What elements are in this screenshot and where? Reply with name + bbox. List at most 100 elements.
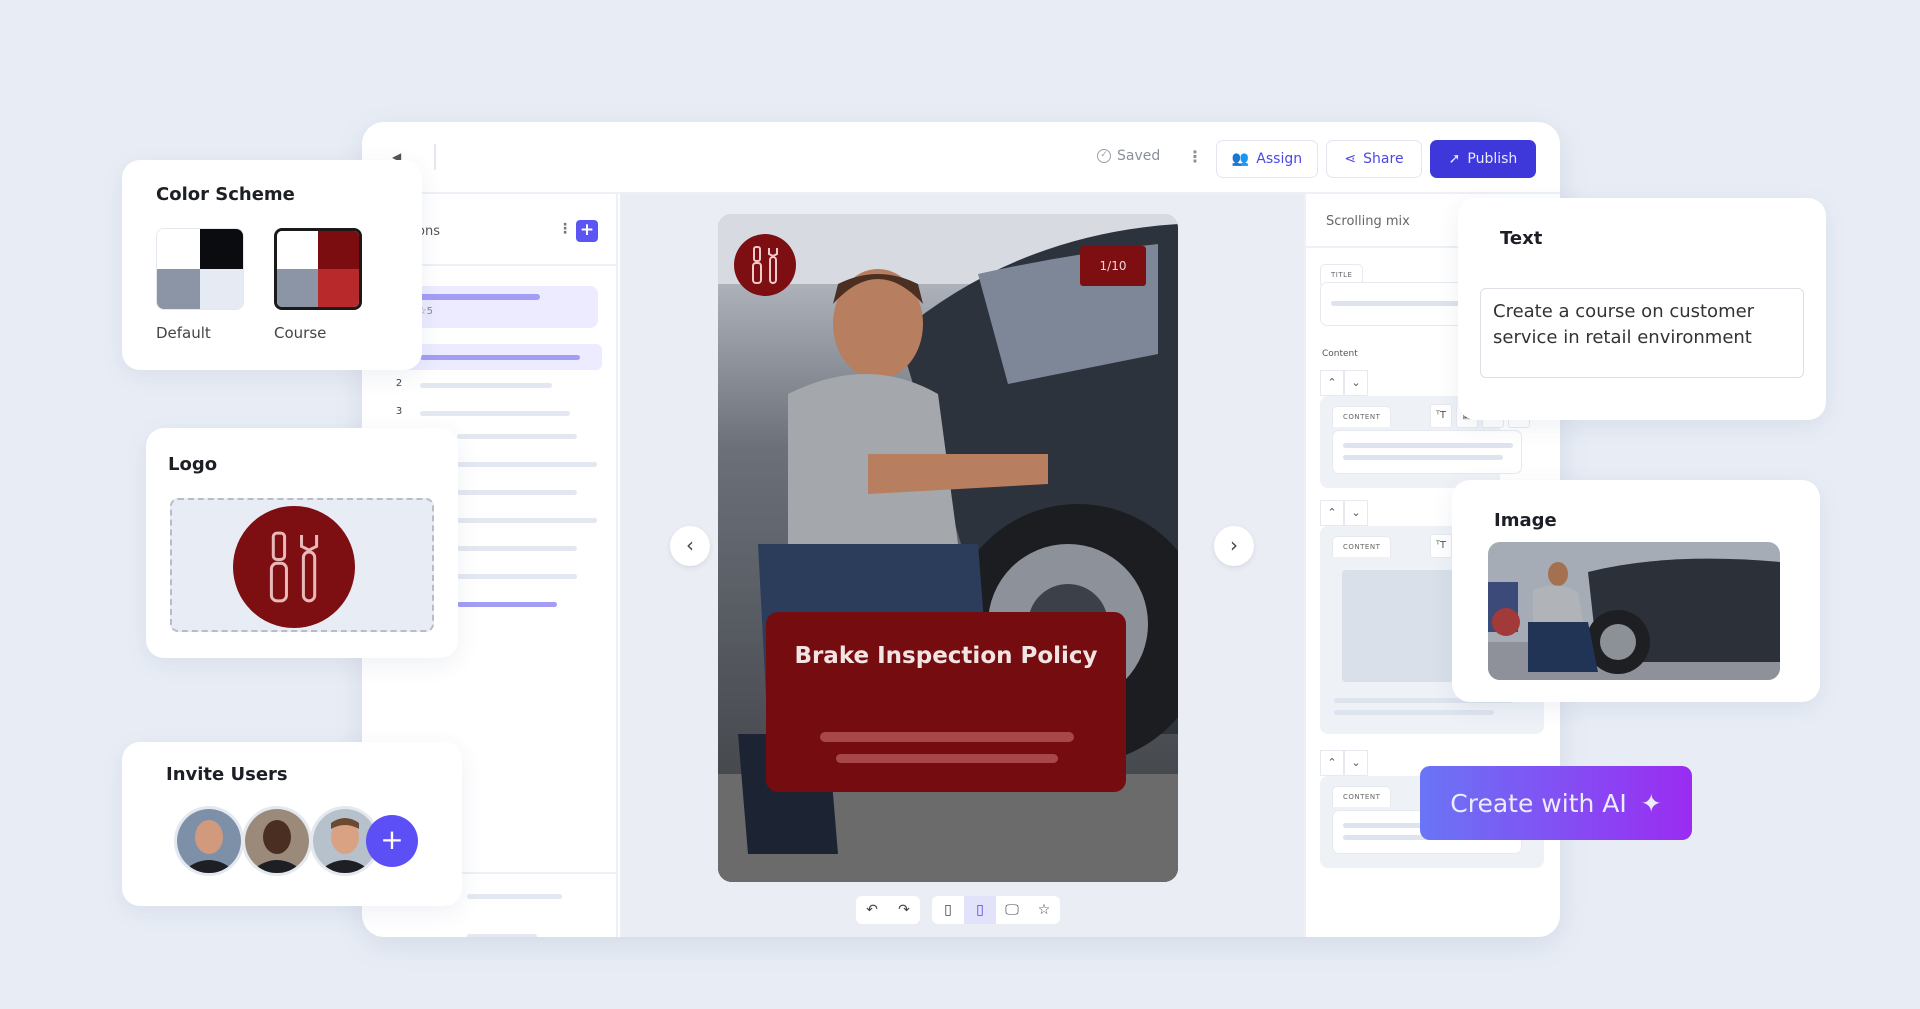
move-up-icon[interactable]: ⌃ <box>1320 500 1344 526</box>
tablet-view-icon[interactable]: ▯ <box>964 896 996 924</box>
default-scheme-label: Default <box>156 324 211 342</box>
swatch-color <box>318 231 359 269</box>
star-icon[interactable]: ☆ <box>1028 896 1060 924</box>
default-scheme-swatch[interactable] <box>156 228 244 310</box>
mechanic-photo <box>1488 542 1780 680</box>
sparkles-icon: ✦ <box>1640 788 1662 818</box>
desktop-view-icon[interactable]: 🖵 <box>996 896 1028 924</box>
more-options-icon[interactable]: ⋮ <box>1187 147 1203 167</box>
logo-dropzone[interactable] <box>170 498 434 632</box>
logo-image <box>233 506 355 628</box>
item-title-placeholder <box>420 355 580 360</box>
assign-users-icon: 👥 <box>1231 151 1250 167</box>
outline-more-icon[interactable]: ⋮ <box>558 221 572 237</box>
swatch-color <box>157 269 200 309</box>
logo-heading: Logo <box>168 454 218 475</box>
outline-item[interactable]: 1 <box>392 344 602 370</box>
text-card: Text Create a course on customer service… <box>1458 198 1826 420</box>
assign-label: Assign <box>1256 151 1303 167</box>
swatch-color <box>200 229 243 269</box>
outline-subitem[interactable] <box>457 490 577 495</box>
undo-icon[interactable]: ↶ <box>856 896 888 924</box>
publish-label: Publish <box>1467 151 1518 167</box>
subtitle-placeholder <box>820 732 1074 742</box>
publish-button[interactable]: ➚ Publish <box>1430 140 1536 178</box>
create-with-ai-button[interactable]: Create with AI ✦ <box>1420 766 1692 840</box>
image-thumbnail[interactable] <box>1488 542 1780 680</box>
swatch-color <box>200 269 243 309</box>
item-title-placeholder <box>420 411 570 416</box>
tools-icon <box>752 246 778 284</box>
move-up-icon[interactable]: ⌃ <box>1320 370 1344 396</box>
slide-counter: 1/10 <box>1080 246 1146 286</box>
text-size-icon[interactable]: ᵀT <box>1430 404 1452 428</box>
layout-name: Scrolling mix <box>1326 214 1410 229</box>
text-placeholder <box>1343 443 1513 448</box>
slide-title-card[interactable]: Brake Inspection Policy <box>766 612 1126 792</box>
color-scheme-heading: Color Scheme <box>156 184 295 205</box>
mobile-view-icon[interactable]: ▯ <box>932 896 964 924</box>
move-down-icon[interactable]: ⌄ <box>1344 500 1368 526</box>
history-group: ↶ ↷ <box>856 896 920 924</box>
outline-item[interactable]: 3 <box>392 400 602 426</box>
subtitle-placeholder <box>836 754 1058 763</box>
outline-subitem[interactable] <box>467 894 562 899</box>
move-up-icon[interactable]: ⌃ <box>1320 750 1344 776</box>
outline-subitem[interactable] <box>457 518 597 523</box>
outline-subitem[interactable] <box>467 934 537 937</box>
item-number: 2 <box>395 378 403 389</box>
outline-subitem[interactable] <box>457 574 577 579</box>
text-placeholder <box>1343 455 1503 460</box>
invite-users-card: Invite Users + <box>122 742 462 906</box>
course-scheme-label: Course <box>274 324 327 342</box>
swatch-color <box>277 269 318 307</box>
item-number: 3 <box>395 406 403 417</box>
course-card[interactable]: 1:00 ☆5 <box>392 286 598 328</box>
slide-canvas: 1/10 Brake Inspection Policy ‹ › ↶ ↷ ▯ ▯… <box>620 194 1304 937</box>
avatar[interactable] <box>174 806 244 876</box>
assign-button[interactable]: 👥 Assign <box>1216 140 1318 178</box>
content-label: Content <box>1322 349 1358 359</box>
check-circle-icon: ✓ <box>1097 149 1111 163</box>
add-section-button[interactable]: + <box>576 220 598 242</box>
swatch-color <box>157 229 200 269</box>
image-card: Image <box>1452 480 1820 702</box>
content-tag: CONTENT <box>1332 406 1392 427</box>
add-user-button[interactable]: + <box>366 815 418 867</box>
move-down-icon[interactable]: ⌄ <box>1344 750 1368 776</box>
item-title-placeholder <box>420 383 552 388</box>
device-view-group: ▯ ▯ 🖵 ☆ <box>932 896 1060 924</box>
swatch-color <box>277 231 318 269</box>
share-button[interactable]: ⋖ Share <box>1326 140 1422 178</box>
outline-item[interactable]: 2 <box>392 372 602 398</box>
outline-subitem-active[interactable] <box>457 602 557 607</box>
outline-subitem[interactable] <box>457 546 577 551</box>
outline-subitem[interactable] <box>457 434 577 439</box>
divider <box>434 144 436 170</box>
avatar[interactable] <box>242 806 312 876</box>
prompt-input[interactable]: Create a course on customer service in r… <box>1480 288 1804 378</box>
text-placeholder <box>1334 710 1494 715</box>
editor-window: ◀ ✓ Saved ⋮ 👥 Assign ⋖ Share ➚ Publish o… <box>362 122 1560 937</box>
previous-slide-button[interactable]: ‹ <box>670 526 710 566</box>
content-field[interactable] <box>1332 430 1522 474</box>
rocket-icon: ➚ <box>1448 151 1461 167</box>
move-down-icon[interactable]: ⌄ <box>1344 370 1368 396</box>
create-with-ai-label: Create with AI <box>1450 788 1627 818</box>
image-heading: Image <box>1494 510 1557 531</box>
course-scheme-swatch[interactable] <box>274 228 362 310</box>
next-slide-button[interactable]: › <box>1214 526 1254 566</box>
outline-subitem[interactable] <box>457 462 597 467</box>
saved-status: ✓ Saved <box>1097 148 1160 164</box>
reorder-controls: ⌃ ⌄ <box>1320 370 1368 396</box>
top-bar: ◀ ✓ Saved ⋮ 👥 Assign ⋖ Share ➚ Publish <box>362 122 1560 194</box>
share-label: Share <box>1363 151 1404 167</box>
slide-title: Brake Inspection Policy <box>794 643 1098 669</box>
image-placeholder <box>1342 570 1462 682</box>
tools-icon <box>269 531 319 603</box>
text-size-icon[interactable]: ᵀT <box>1430 534 1452 558</box>
redo-icon[interactable]: ↷ <box>888 896 920 924</box>
content-tag: CONTENT <box>1332 786 1392 807</box>
reorder-controls: ⌃ ⌄ <box>1320 500 1368 526</box>
slide-preview[interactable]: 1/10 Brake Inspection Policy <box>718 214 1178 882</box>
